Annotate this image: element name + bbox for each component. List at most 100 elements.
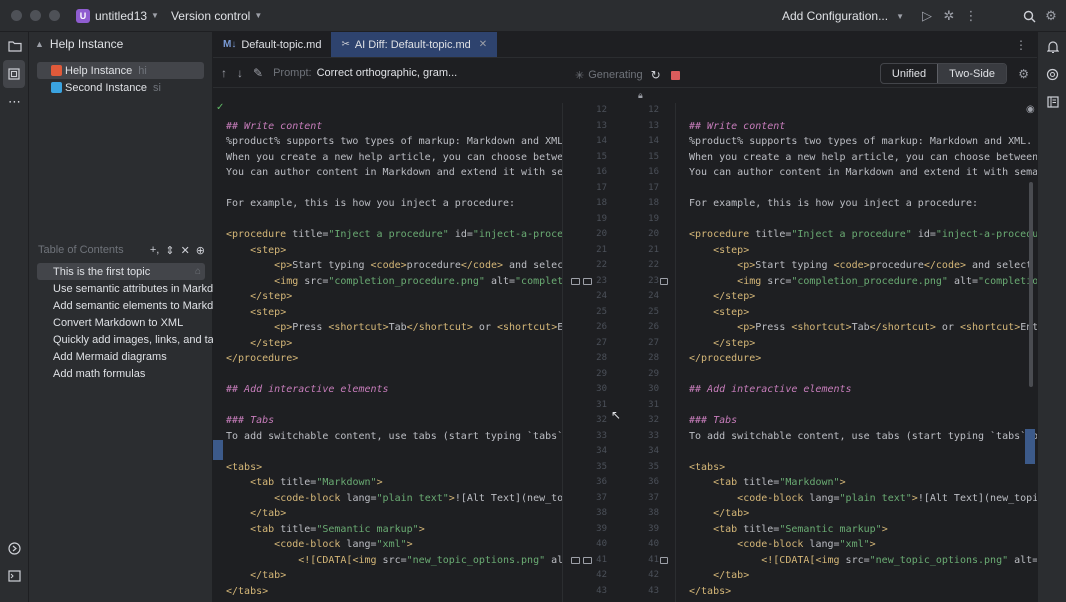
project-name[interactable]: untitled13 — [95, 9, 147, 23]
diff-action-icon[interactable] — [583, 277, 592, 285]
gear-icon[interactable]: ⚙ — [1018, 67, 1029, 81]
toc-item[interactable]: Use semantic attributes in Markdown — [29, 280, 213, 297]
code-line[interactable] — [213, 367, 562, 383]
reload-icon[interactable]: ↻ — [651, 68, 661, 82]
code-line[interactable] — [676, 212, 1037, 228]
code-line[interactable]: ## Write content — [213, 119, 562, 135]
panel-header[interactable]: ▲ Help Instance — [29, 32, 212, 56]
code-line[interactable]: </tab> — [676, 506, 1037, 522]
code-line[interactable]: <step> — [213, 243, 562, 259]
code-line[interactable]: To add switchable content, use tabs (sta… — [213, 429, 562, 445]
run-icon[interactable]: ▷ — [916, 5, 938, 27]
code-line[interactable]: When you create a new help article, you … — [213, 150, 562, 166]
code-line[interactable]: <tabs> — [676, 460, 1037, 476]
code-line[interactable]: <tab title="Markdown"> — [213, 475, 562, 491]
code-line[interactable]: <code-block lang="xml"> — [213, 537, 562, 553]
add-icon[interactable]: +, — [150, 244, 159, 256]
instance-item-help[interactable]: Help Instance hi — [37, 62, 204, 79]
toc-item[interactable]: Convert Markdown to XML — [29, 314, 213, 331]
two-side-button[interactable]: Two-Side — [937, 64, 1006, 83]
close-icon[interactable]: ✕ — [479, 39, 487, 50]
notifications-icon[interactable] — [1038, 32, 1066, 60]
code-line[interactable]: %product% supports two types of markup: … — [213, 134, 562, 150]
vcs-widget[interactable]: Version control — [171, 9, 250, 23]
toc-item[interactable]: Add math formulas — [29, 365, 213, 382]
toc-item[interactable]: Add Mermaid diagrams — [29, 348, 213, 365]
code-line[interactable]: <code-block lang="xml"> — [676, 537, 1037, 553]
scrollbar[interactable] — [1029, 182, 1033, 387]
more-icon[interactable]: ⋯ — [0, 88, 29, 116]
pencil-icon[interactable]: ✎ — [253, 66, 263, 80]
code-line[interactable]: <![CDATA[<img src="new_topic_options.png… — [213, 553, 562, 569]
code-line[interactable]: ## Write content — [676, 119, 1037, 135]
code-line[interactable] — [213, 444, 562, 460]
code-line[interactable]: <tab title="Markdown"> — [676, 475, 1037, 491]
tab-ai-diff[interactable]: ✂ AI Diff: Default-topic.md ✕ — [331, 32, 498, 57]
code-line[interactable]: <procedure title="Inject a procedure" id… — [213, 227, 562, 243]
structure-icon[interactable] — [3, 60, 25, 88]
code-line[interactable]: <tabs> — [213, 460, 562, 476]
code-line[interactable]: </tab> — [676, 568, 1037, 584]
code-line[interactable] — [676, 367, 1037, 383]
code-line[interactable]: </procedure> — [213, 351, 562, 367]
code-line[interactable]: To add switchable content, use tabs (sta… — [676, 429, 1037, 445]
diff-action-icon[interactable] — [571, 277, 580, 285]
code-line[interactable]: <tab title="Semantic markup"> — [213, 522, 562, 538]
lock-icon[interactable]: 🔒︎ — [638, 90, 643, 101]
code-line[interactable]: </tabs> — [676, 584, 1037, 600]
close-window-button[interactable] — [11, 10, 22, 21]
unified-button[interactable]: Unified — [881, 64, 937, 83]
code-line[interactable]: <img src="completion_procedure.png" alt=… — [676, 274, 1037, 290]
search-icon[interactable] — [1018, 5, 1040, 27]
code-line[interactable]: </tabs> — [213, 584, 562, 600]
code-line[interactable]: <code-block lang="plain text">![Alt Text… — [213, 491, 562, 507]
code-line[interactable]: </tab> — [213, 568, 562, 584]
toc-item[interactable]: This is the first topic ⌂ — [37, 263, 205, 280]
code-line[interactable] — [676, 398, 1037, 414]
chevron-down-icon[interactable]: ▼ — [254, 11, 262, 20]
code-line[interactable]: <code-block lang="plain text">![Alt Text… — [676, 491, 1037, 507]
toc-item[interactable]: Quickly add images, links, and tables — [29, 331, 213, 348]
code-line[interactable]: ### Tabs — [676, 413, 1037, 429]
code-line[interactable]: </step> — [676, 336, 1037, 352]
code-line[interactable]: %product% supports two types of markup: … — [676, 134, 1037, 150]
code-line[interactable]: You can author content in Markdown and e… — [213, 165, 562, 181]
more-tabs-icon[interactable]: ⋮ — [1015, 32, 1037, 57]
code-line[interactable]: <step> — [676, 243, 1037, 259]
terminal-icon[interactable] — [0, 562, 29, 590]
code-line[interactable]: </step> — [213, 336, 562, 352]
code-line[interactable]: <img src="completion_procedure.png" alt=… — [213, 274, 562, 290]
code-line[interactable]: </step> — [213, 289, 562, 305]
project-badge[interactable]: U — [76, 8, 90, 23]
chevron-down-icon[interactable]: ▼ — [896, 12, 904, 21]
code-line[interactable]: ### Tabs — [213, 413, 562, 429]
crosshair-icon[interactable]: ⊕ — [196, 244, 205, 257]
tab-default-topic[interactable]: M↓ Default-topic.md — [213, 32, 331, 57]
code-line[interactable]: <p>Press <shortcut>Tab</shortcut> or <sh… — [213, 320, 562, 336]
gear-icon[interactable]: ⚙ — [1040, 5, 1062, 27]
expand-collapse-icon[interactable]: ⇕ — [165, 244, 174, 257]
code-line[interactable] — [213, 181, 562, 197]
code-line[interactable]: When you create a new help article, you … — [676, 150, 1037, 166]
toc-item[interactable]: Add semantic elements to Markdown — [29, 297, 213, 314]
right-diff-pane[interactable]: ## Write content %product% supports two t… — [676, 103, 1037, 602]
more-actions-icon[interactable]: ⋮ — [960, 5, 982, 27]
code-line[interactable]: </step> — [676, 289, 1037, 305]
diff-action-icon[interactable] — [660, 556, 668, 564]
diff-action-icon[interactable] — [571, 556, 580, 564]
chevron-down-icon[interactable]: ▼ — [151, 11, 159, 20]
code-line[interactable]: <![CDATA[<img src="new_topic_options.png… — [676, 553, 1037, 569]
code-line[interactable] — [676, 181, 1037, 197]
run-config-selector[interactable]: Add Configuration... — [782, 9, 888, 23]
arrow-down-icon[interactable]: ↓ — [237, 66, 243, 80]
services-icon[interactable] — [0, 534, 29, 562]
code-line[interactable]: <tab title="Semantic markup"> — [676, 522, 1037, 538]
folder-icon[interactable] — [0, 32, 29, 60]
arrow-up-icon[interactable]: ↑ — [221, 66, 227, 80]
code-line[interactable]: ## Add interactive elements — [676, 382, 1037, 398]
code-line[interactable]: </tab> — [213, 506, 562, 522]
ai-assistant-icon[interactable] — [1038, 60, 1066, 88]
code-line[interactable] — [213, 212, 562, 228]
code-line[interactable]: For example, this is how you inject a pr… — [213, 196, 562, 212]
left-diff-pane[interactable]: ## Write content %product% supports two t… — [213, 103, 562, 602]
